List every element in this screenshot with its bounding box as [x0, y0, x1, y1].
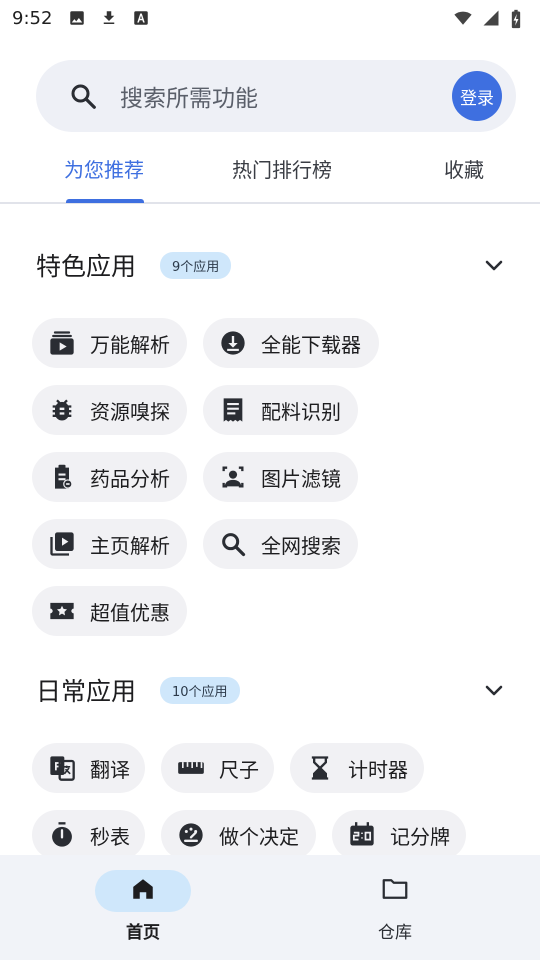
coupon-icon [48, 597, 76, 625]
download-circle-icon [219, 329, 247, 357]
ruler-icon [177, 754, 205, 782]
battery-charging-icon [510, 9, 528, 29]
search-icon [68, 81, 98, 111]
search-icon [219, 530, 247, 558]
face-filter-icon [219, 463, 247, 491]
app-chip-make-decision[interactable]: 做个决定 [161, 810, 316, 860]
image-icon [68, 9, 86, 27]
section-header-daily[interactable]: 日常应用 10个应用 [36, 670, 506, 710]
app-chip-scoreboard[interactable]: 记分牌 [332, 810, 466, 860]
download-icon [100, 9, 118, 27]
app-chip-image-filter[interactable]: 图片滤镜 [203, 452, 358, 502]
app-chip-downloader[interactable]: 全能下载器 [203, 318, 379, 368]
status-time: 9:52 [12, 7, 53, 29]
tab-hot-ranking[interactable]: 热门排行榜 [232, 154, 332, 183]
tab-indicator [66, 199, 144, 203]
nav-warehouse[interactable]: 仓库 [335, 870, 455, 943]
login-button[interactable]: 登录 [452, 71, 502, 121]
app-chip-drug-analysis[interactable]: 药品分析 [32, 452, 187, 502]
video-stack-icon [48, 329, 76, 357]
tab-recommended[interactable]: 为您推荐 [64, 154, 144, 183]
app-chip-universal-parse[interactable]: 万能解析 [32, 318, 187, 368]
app-chip-translate[interactable]: 翻译 [32, 743, 145, 793]
wifi-icon [454, 9, 472, 27]
scoreboard-icon [348, 821, 376, 849]
section-header-featured[interactable]: 特色应用 9个应用 [36, 245, 506, 285]
app-chip-stopwatch[interactable]: 秒表 [32, 810, 145, 860]
bottom-nav: 首页 仓库 [0, 855, 540, 960]
decision-dial-icon [177, 821, 205, 849]
video-library-icon [48, 530, 76, 558]
search-input[interactable]: 搜索所需功能 [120, 79, 452, 113]
status-bar: 9:52 [0, 0, 540, 36]
app-chip-timer[interactable]: 计时器 [290, 743, 424, 793]
receipt-icon [219, 396, 247, 424]
app-count-badge: 9个应用 [160, 251, 232, 279]
signal-icon [482, 9, 500, 27]
stopwatch-icon [48, 821, 76, 849]
app-chip-ruler[interactable]: 尺子 [161, 743, 274, 793]
app-chip-homepage-parse[interactable]: 主页解析 [32, 519, 187, 569]
app-count-badge: 10个应用 [160, 676, 240, 704]
chevron-down-icon[interactable] [482, 253, 506, 277]
tab-bar: 为您推荐 热门排行榜 收藏 [0, 140, 540, 204]
bug-icon [48, 396, 76, 424]
nav-home[interactable]: 首页 [83, 870, 203, 943]
medical-doc-icon [48, 463, 76, 491]
search-bar[interactable]: 搜索所需功能 登录 [36, 60, 516, 132]
section-title: 特色应用 [36, 252, 137, 281]
translate-icon [48, 754, 76, 782]
home-icon [130, 876, 156, 906]
hourglass-icon [306, 754, 334, 782]
chevron-down-icon[interactable] [482, 678, 506, 702]
text-a-icon [132, 9, 150, 27]
tab-favorites[interactable]: 收藏 [444, 154, 484, 183]
app-chip-ingredient-recognition[interactable]: 配料识别 [203, 385, 358, 435]
app-chip-deals[interactable]: 超值优惠 [32, 586, 187, 636]
section-title: 日常应用 [36, 677, 137, 706]
app-chip-web-search[interactable]: 全网搜索 [203, 519, 358, 569]
folder-icon [380, 874, 410, 908]
app-chip-resource-sniffer[interactable]: 资源嗅探 [32, 385, 187, 435]
